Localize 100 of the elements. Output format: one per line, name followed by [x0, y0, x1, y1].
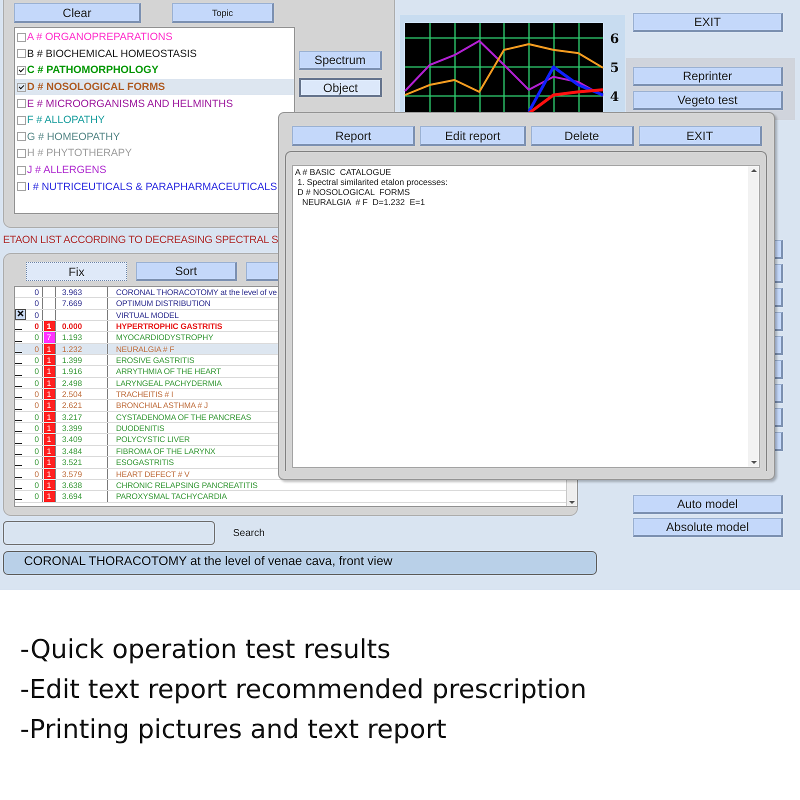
category-item[interactable]: E # MICROORGANISMS AND HELMINTHS	[15, 95, 294, 112]
table-cell: 0	[27, 378, 43, 388]
dialog-button[interactable]: Report	[292, 126, 416, 146]
model-button[interactable]: Absolute model	[633, 518, 783, 537]
table-cell: 0	[27, 332, 43, 343]
count-badge: 1	[44, 412, 54, 422]
tool-button[interactable]: Vegeto test	[633, 91, 783, 110]
tool-button[interactable]: Reprinter	[633, 67, 783, 86]
count-badge: 1	[44, 480, 54, 490]
table-cell-text: ARRYTHMIA OF THE HEART	[115, 366, 221, 377]
table-cell-text: LARYNGEAL PACHYDERMIA	[115, 378, 222, 388]
checkbox[interactable]	[17, 66, 26, 75]
category-label: A # ORGANOPREPARATIONS	[27, 31, 172, 44]
search-field[interactable]	[3, 521, 215, 545]
report-line: 1. Spectral similarited etalon processes:	[296, 177, 449, 187]
table-cell: 3.217	[56, 412, 108, 422]
count-badge: 1	[44, 434, 54, 445]
table-cell-text: BRONCHIAL ASTHMA # J	[115, 400, 208, 411]
table-cell: 1.916	[56, 366, 108, 377]
table-cell-text: MYOCARDIODYSTROPHY	[115, 332, 214, 343]
category-label: J # ALLERGENS	[27, 164, 106, 176]
toolbar-button[interactable]: Topic	[172, 3, 274, 23]
list-button[interactable]: Sort	[136, 262, 237, 281]
checkbox[interactable]	[17, 49, 26, 58]
count-badge: 1	[44, 321, 54, 332]
side-button[interactable]: Spectrum	[299, 51, 382, 70]
checkbox[interactable]	[17, 182, 26, 192]
checkbox[interactable]	[17, 148, 26, 158]
count-badge: 1	[44, 491, 54, 502]
table-cell-text: TRACHEITIS # I	[115, 389, 174, 400]
count-badge: 1	[44, 423, 54, 434]
count-badge: 1	[44, 355, 54, 366]
table-cell: 1.193	[56, 332, 108, 343]
caption-text: -Edit text report recommended prescription	[20, 674, 588, 707]
table-cell: 3.694	[56, 491, 108, 502]
report-line: A # BASIC CATALOGUE	[295, 167, 392, 177]
table-cell: 0	[27, 366, 43, 377]
axis-tick-label: 4	[610, 90, 620, 105]
table-cell-text: NEURALGIA # F	[115, 344, 174, 354]
category-item[interactable]: I # NUTRICEUTICALS & PARAPHARMACEUTICALS	[15, 178, 294, 195]
category-label: I # NUTRICEUTICALS & PARAPHARMACEUTICALS	[27, 180, 278, 193]
table-cell-text: CHRONIC RELAPSING PANCREATITIS	[115, 480, 258, 490]
checkbox[interactable]	[17, 166, 26, 175]
category-label: B # BIOCHEMICAL HOMEOSTASIS	[27, 48, 197, 60]
side-button[interactable]: Object	[299, 78, 382, 97]
table-cell: 3.963	[56, 287, 108, 298]
table-cell: 0	[27, 321, 43, 332]
table-cell: 3.638	[56, 480, 108, 490]
category-item[interactable]: J # ALLERGENS	[15, 162, 294, 178]
table-cell: 2.498	[56, 378, 108, 388]
table-row[interactable]: 0 1 3.694 PAROXYSMAL TACHYCARDIA	[15, 491, 566, 503]
count-badge: 1	[44, 389, 54, 400]
count-badge: 1	[44, 378, 54, 388]
category-label: D # NOSOLOGICAL FORMS	[27, 81, 166, 94]
checkbox[interactable]	[17, 116, 26, 125]
count-badge: 1	[44, 366, 54, 377]
toolbar-button[interactable]: Clear	[14, 3, 141, 23]
dialog-button[interactable]: Edit report	[420, 126, 526, 146]
table-cell-text: PAROXYSMAL TACHYCARDIA	[115, 491, 227, 502]
table-cell: 0	[27, 412, 43, 422]
report-line: NEURALGIA # F D=1.232 E=1	[301, 197, 426, 207]
checkbox[interactable]	[17, 99, 26, 108]
table-cell: 0	[27, 287, 43, 298]
caption-text: -Printing pictures and text report	[20, 714, 448, 747]
count-badge: 1	[44, 446, 54, 456]
table-cell: 0	[27, 446, 43, 456]
report-text-area[interactable]: A # BASIC CATALOGUE 1. Spectral similarited etalon processes: D # NOSOLOGICAL FORMS NEURALGIA # F D=1.232 E=1	[292, 165, 760, 468]
checkbox[interactable]	[17, 132, 26, 142]
table-cell: 0	[27, 468, 43, 479]
table-cell-text: POLYCYSTIC LIVER	[115, 434, 190, 445]
model-button[interactable]: Auto model	[633, 495, 783, 514]
table-cell: 7.669	[56, 298, 108, 309]
scrollbar[interactable]	[748, 166, 759, 467]
dialog-button[interactable]: Delete	[530, 126, 634, 146]
exit-button[interactable]: EXIT	[633, 13, 783, 32]
dialog-button[interactable]: EXIT	[638, 126, 762, 146]
table-cell-text: CYSTADENOMA OF THE PANCREAS	[115, 412, 252, 422]
status-bar: CORONAL THORACOTOMY at the level of venae cava, front view	[3, 551, 597, 575]
search-label: Search	[233, 528, 265, 538]
category-item[interactable]: G # HOMEOPATHY	[15, 128, 294, 146]
report-line: D # NOSOLOGICAL FORMS	[296, 187, 411, 197]
category-item[interactable]: D # NOSOLOGICAL FORMS	[15, 78, 294, 96]
table-cell-text: VIRTUAL MODEL	[115, 310, 179, 320]
count-badge: 1	[44, 457, 54, 468]
count-badge: 7	[44, 332, 54, 343]
table-cell: 2.621	[56, 400, 108, 411]
axis-tick-label: 6	[610, 32, 620, 48]
category-item[interactable]: C # PATHOMORPHOLOGY	[15, 62, 294, 79]
table-cell: 0	[27, 400, 43, 411]
table-cell: 0.000	[56, 321, 108, 332]
table-cell: 0	[27, 480, 43, 490]
table-cell-text: OPTIMUM DISTRIBUTION	[115, 298, 210, 309]
checkbox[interactable]	[17, 82, 26, 92]
list-button[interactable]: Fix	[26, 262, 127, 281]
checkbox[interactable]	[17, 32, 26, 42]
checked-box[interactable]	[15, 309, 26, 320]
category-item[interactable]: B # BIOCHEMICAL HOMEOSTASIS	[15, 46, 294, 62]
table-cell-text: CORONAL THORACOTOMY at the level of ve	[115, 287, 277, 298]
table-cell: 0	[27, 423, 43, 434]
table-cell-text: HYPERTROPHIC GASTRITIS	[115, 321, 222, 332]
